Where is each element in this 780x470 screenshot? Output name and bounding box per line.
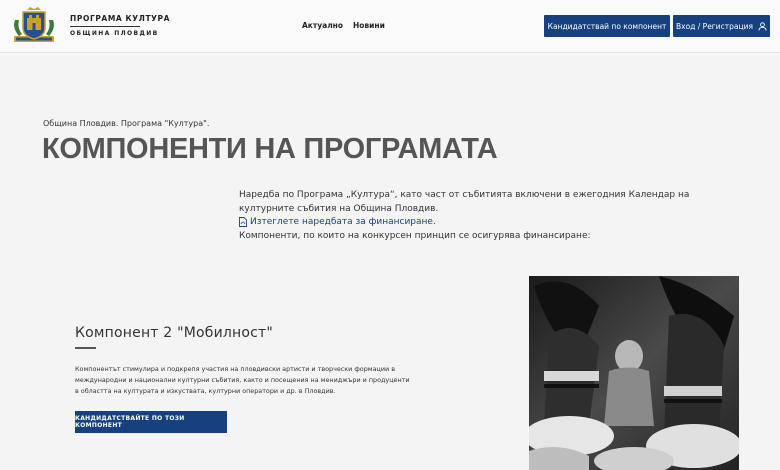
login-register-label: Вход / Регистрация (676, 21, 753, 31)
brand-block[interactable]: ПРОГРАМА КУЛТУРА ОБЩИНА ПЛОВДИВ (70, 14, 170, 37)
component-title-rule (75, 347, 96, 349)
user-icon (758, 21, 767, 31)
page-title: КОМПОНЕНТИ НА ПРОГРАМАТА (42, 133, 498, 165)
login-register-button[interactable]: Вход / Регистрация (673, 15, 770, 37)
pdf-icon (239, 217, 247, 227)
apply-by-component-label: Кандидатствай по компонент (547, 21, 667, 31)
site-header: ПРОГРАМА КУЛТУРА ОБЩИНА ПЛОВДИВ Актуално… (0, 0, 780, 53)
brand-title: ПРОГРАМА КУЛТУРА (70, 14, 171, 23)
nav-item-news-current[interactable]: Актуално (302, 21, 343, 30)
components-intro-text: Компоненти, по които на конкурсен принци… (239, 231, 591, 241)
component-title: Компонент 2 "Мобилност" (75, 325, 274, 341)
city-coat-of-arms-logo[interactable] (9, 6, 59, 46)
download-regulation-link[interactable]: Изтеглете наредбата за финансиране. (239, 217, 436, 227)
component-description: Компонентът стимулира и подкрепя участия… (75, 365, 410, 395)
apply-this-component-button[interactable]: КАНДИДАТСТВАЙТЕ ПО ТОЗИ КОМПОНЕНТ (75, 411, 227, 433)
folk-dancers-photo (529, 276, 739, 470)
folk-dancers-image (529, 276, 739, 470)
brand-subtitle: ОБЩИНА ПЛОВДИВ (70, 30, 159, 37)
breadcrumb: Община Пловдив. Програма "Култура". (43, 119, 210, 128)
intro-text: Наредба по Програма „Култура“, като част… (239, 190, 690, 214)
apply-by-component-button[interactable]: Кандидатствай по компонент (544, 15, 670, 37)
apply-this-component-label: КАНДИДАТСТВАЙТЕ ПО ТОЗИ КОМПОНЕНТ (75, 415, 185, 429)
download-regulation-label: Изтеглете наредбата за финансиране. (250, 217, 436, 227)
nav-item-news[interactable]: Новини (353, 21, 385, 30)
brand-divider (70, 26, 140, 27)
